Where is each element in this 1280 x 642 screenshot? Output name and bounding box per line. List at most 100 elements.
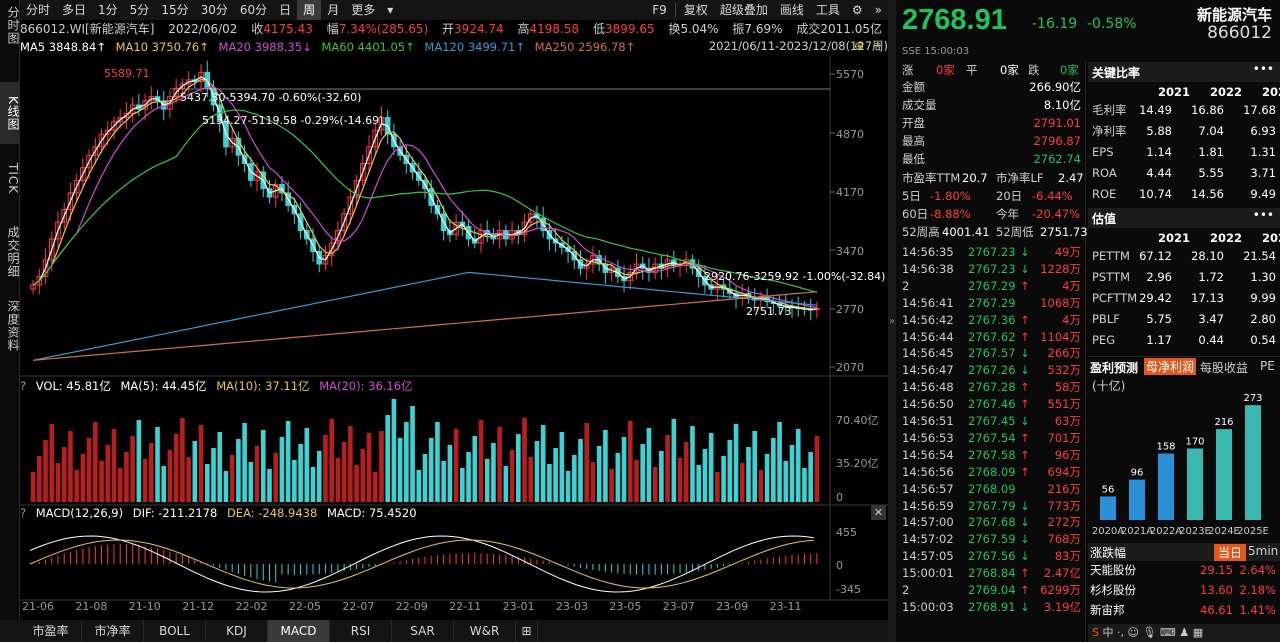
close-label: 收 [251,22,264,36]
forecast-bar-label: 216 [1214,417,1233,428]
volume-bar [627,421,633,502]
period-1d-intraday[interactable]: 分时 [20,0,56,20]
draw-button[interactable]: 画线 [774,0,810,20]
ime-lang-icon[interactable]: 中 [1102,626,1113,639]
quote-stats: 涨 0家 平 0家 跌 0家 金额 266.90亿 成交量 8.10亿 开盘 2791.0… [896,62,1088,642]
input-toolbar[interactable]: S 中 ·, ☺ 🎙 ⌨ ♟ ▦ [1088,624,1280,642]
tab-pb[interactable]: 市净率 [82,620,144,642]
adjust-button[interactable]: 复权 [678,0,714,20]
pe-label: 市盈率TTM [902,171,961,185]
volume-bar [540,425,546,502]
tab-kline[interactable]: K线图 [0,82,20,144]
tick-volume: 4万 [1062,278,1081,293]
tick-direction-icon: ↑ [1020,329,1030,344]
last-price: 2768.91 [902,4,1007,36]
tab-depth-info[interactable]: 深度资料 [0,294,20,358]
more-dropdown-icon[interactable]: ▾ [381,0,399,20]
tab-trade-detail[interactable]: 成交明细 [0,214,20,290]
zoom-icon[interactable]: ⊕ [854,39,864,53]
ma-lines [32,76,818,361]
ime-keyboard-icon[interactable]: ⌨ [1160,626,1176,639]
tab-rsi[interactable]: RSI [330,620,392,642]
period-multi-day[interactable]: 多日 [56,0,92,20]
f9-button[interactable]: F9 [646,0,673,20]
ratio-label: EPS [1092,145,1114,159]
tab-eps[interactable]: 每股收益 [1200,359,1248,376]
tab-net-profit[interactable]: 母净利润 [1144,358,1197,375]
forecast-bar[interactable] [1129,479,1145,520]
tab-pe[interactable]: 市盈率 [20,620,82,642]
forecast-bar[interactable] [1100,496,1116,520]
ime-logo-icon[interactable]: S [1092,626,1099,639]
ratio-value: 7.04 [1198,124,1224,138]
ratio-value: 28.10 [1191,249,1224,263]
tick-time: 14:56:44 [902,329,954,344]
tab-sar[interactable]: SAR [392,620,454,642]
volume-bar [310,467,316,502]
expand-icon[interactable]: » [869,0,888,20]
volume-bar [304,428,310,502]
macd-question-icon[interactable]: ? [20,506,26,520]
ime-punct-icon[interactable]: ·, [1117,626,1124,639]
period-week[interactable]: 周 [297,0,322,20]
ime-grid-icon[interactable]: ▦ [1193,626,1203,639]
ma120-line [32,271,817,361]
tools-button[interactable]: 工具 [810,0,846,20]
collapse-icon[interactable]: » [888,316,896,327]
tab-intraday[interactable]: 分时图 [0,0,20,50]
ratios-more-icon[interactable]: ••• [1253,62,1274,76]
period-day[interactable]: 日 [273,0,297,20]
ime-shirt-icon[interactable]: ♟ [1179,626,1189,639]
panel-divider[interactable]: » [888,0,896,642]
ime-emoji-icon[interactable]: ☺ [1127,626,1138,639]
macd-close-icon[interactable]: ✕ [871,505,886,520]
kline-chart[interactable] [20,56,888,620]
volume-bar [497,427,502,502]
forecast-bar[interactable] [1216,429,1232,520]
volume-bar [435,422,440,502]
tab-wr[interactable]: W&R [454,620,516,642]
x-tick-label: 23-07 [662,600,695,613]
period-30min[interactable]: 30分 [195,0,234,20]
volume-bar [248,462,254,502]
tab-tick[interactable]: TICK [0,144,20,214]
vol-ma20: MA(20): 36.16亿 [319,379,413,393]
stat-label: 金额 [902,80,925,94]
forecast-bar[interactable] [1187,448,1203,520]
mover-price: 46.61 [1200,603,1233,617]
tab-5min[interactable]: 5min [1248,544,1278,558]
annotation-1: 5437.30-5394.70 -0.60%(-32.60) [180,91,362,104]
amount-label: 成交 [796,22,821,36]
bar-date: 2022/06/02 [168,22,238,36]
add-indicator-icon[interactable]: ⊞ [516,620,538,642]
volume-bar [659,451,664,502]
tab-today[interactable]: 当日 [1214,544,1247,561]
tab-pe-forecast[interactable]: PE [1260,359,1275,373]
period-more[interactable]: 更多 [345,0,381,20]
bracket-icon[interactable]: ⌐ [872,39,882,53]
change-value: 7.34%(285.65) [338,22,429,36]
settings-icon[interactable]: ⚙ [846,0,869,20]
period-15min[interactable]: 15分 [155,0,194,20]
tab-boll[interactable]: BOLL [144,620,206,642]
tick-direction-icon: ↑ [1020,464,1030,479]
tab-kdj[interactable]: KDJ [206,620,268,642]
tab-macd[interactable]: MACD [268,620,330,642]
period-60min[interactable]: 60分 [234,0,273,20]
volume-bar [640,444,646,502]
open-value: 3924.74 [454,22,504,36]
volume-bar [702,449,708,502]
vol-question-icon[interactable]: ? [20,379,26,393]
volume-bar [292,460,297,502]
period-5min[interactable]: 5分 [124,0,156,20]
volume-bar [453,429,459,502]
period-1min[interactable]: 1分 [92,0,124,20]
period-month[interactable]: 月 [321,0,345,20]
forecast-bar[interactable] [1158,453,1174,520]
overlay-button[interactable]: 超级叠加 [714,0,774,20]
ime-mic-icon[interactable]: 🎙 [1142,626,1156,639]
valuation-more-icon[interactable]: ••• [1253,208,1274,222]
forecast-bar[interactable] [1245,405,1261,520]
tick-time: 14:56:41 [902,295,954,310]
macd-legend: ? MACD(12,26,9) DIF: -211.2178 DEA: -248… [20,505,423,521]
